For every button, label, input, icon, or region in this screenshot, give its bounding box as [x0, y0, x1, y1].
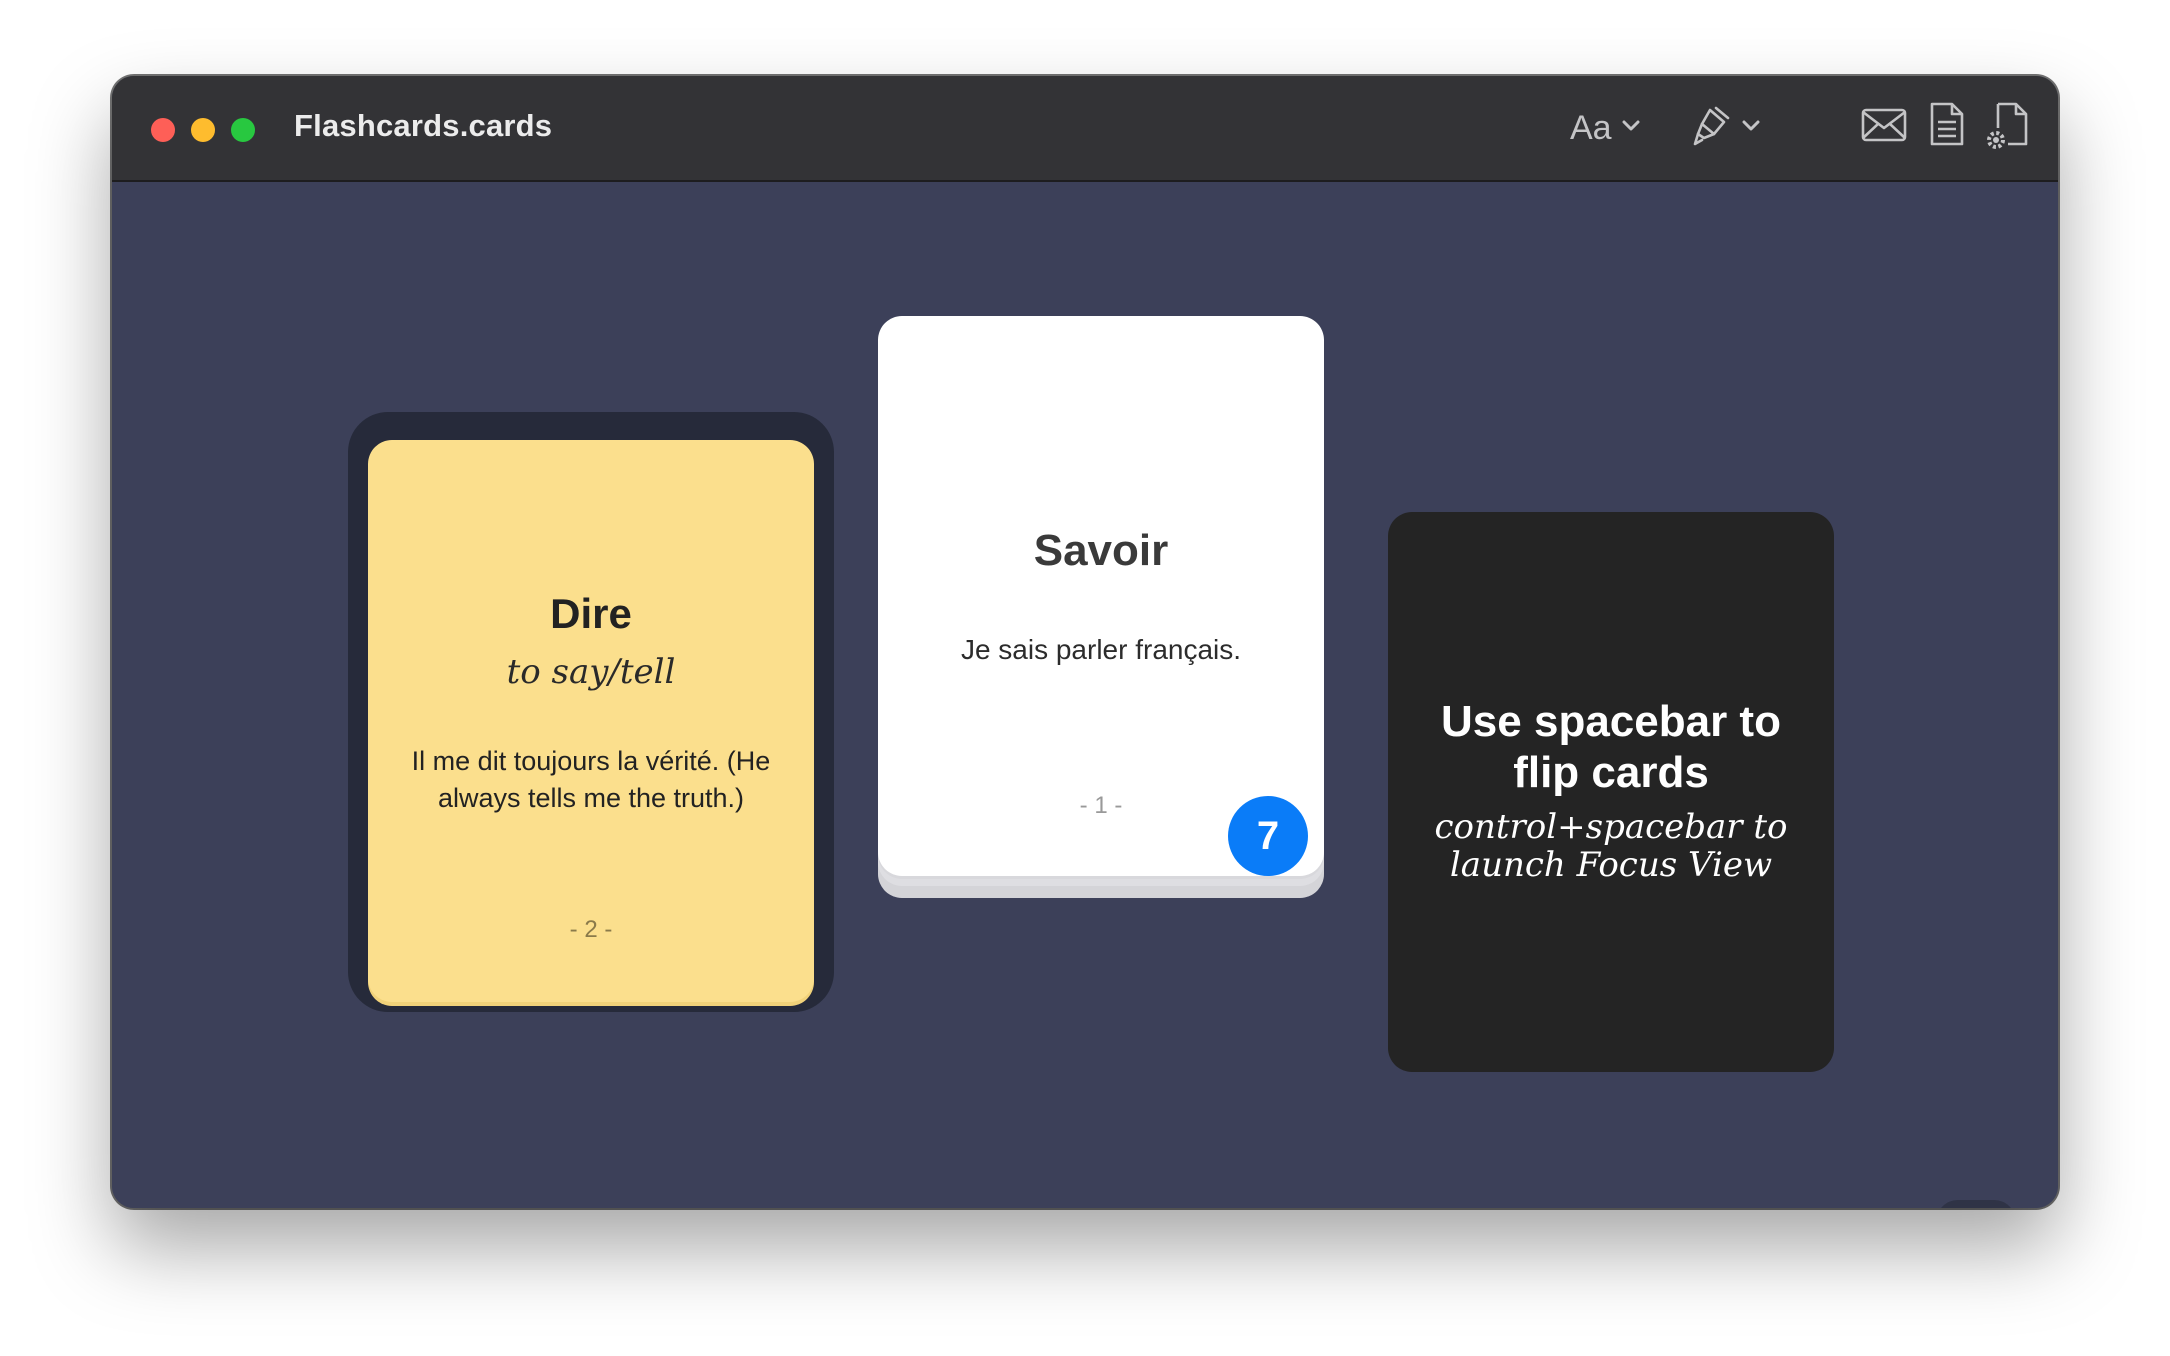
instructions-title: Use spacebar to flip cards: [1441, 697, 1781, 797]
highlighter-icon: [1692, 104, 1732, 153]
card-area: Dire to say/tell Il me dit toujours la v…: [112, 182, 2058, 1208]
minimize-window-button[interactable]: [191, 118, 215, 142]
maximize-window-button[interactable]: [231, 118, 255, 142]
chevron-down-icon: [1742, 119, 1760, 137]
card-page-number: - 2 -: [569, 916, 613, 943]
close-window-button[interactable]: [151, 118, 175, 142]
document-icon: [1926, 102, 1966, 152]
mail-icon: [1860, 108, 1908, 152]
font-menu-button[interactable]: Aa: [1570, 104, 1640, 152]
chevron-down-icon: [1622, 119, 1640, 137]
card-body: Il me dit toujours la vérité. (He always…: [411, 746, 771, 813]
flashcard-dire[interactable]: Dire to say/tell Il me dit toujours la v…: [368, 440, 814, 1002]
card-subtitle: to say/tell: [506, 652, 676, 692]
card-body: Je sais parler français.: [960, 634, 1242, 665]
font-label: Aa: [1570, 108, 1612, 147]
instructions-card[interactable]: Use spacebar to flip cards control+space…: [1388, 512, 1834, 1072]
document-settings-button[interactable]: [1984, 100, 2032, 157]
card-title: Dire: [550, 590, 632, 637]
window-title: Flashcards.cards: [294, 108, 553, 143]
assistant-button[interactable]: [1936, 1200, 2016, 1208]
title-bar: Flashcards.cards Aa: [112, 76, 2058, 182]
document-settings-icon: [1984, 102, 2032, 156]
mail-button[interactable]: [1860, 100, 1908, 153]
card-title: Savoir: [1033, 526, 1169, 575]
instructions-subtitle: control+spacebar to launch Focus View: [1434, 807, 1788, 885]
document-button[interactable]: [1926, 100, 1966, 153]
highlighter-menu-button[interactable]: [1692, 104, 1760, 152]
app-window: Flashcards.cards Aa Dire to say/tell Il …: [112, 76, 2058, 1208]
remaining-cards-badge: 7: [1228, 796, 1308, 876]
flashcard-savoir[interactable]: Savoir Je sais parler français. - 1 -: [878, 316, 1324, 876]
